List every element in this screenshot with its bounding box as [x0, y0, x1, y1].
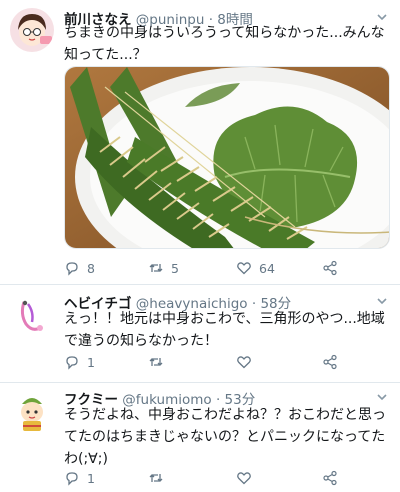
- retweet-icon: [149, 264, 163, 272]
- tweet[interactable]: 前川さなえ @puninpu · 8時間 ちまきの中身はういろうって知らなかった…: [0, 0, 400, 284]
- reply-button[interactable]: 1: [64, 468, 95, 488]
- share-icon: [323, 260, 337, 276]
- retweet-icon: [149, 474, 163, 482]
- heart-icon: [237, 262, 251, 275]
- share-icon: [323, 354, 337, 370]
- heart-icon: [237, 472, 251, 485]
- share-icon: [323, 470, 337, 486]
- tweet-text: そうだよね、中身おこわだよね？？おこわだと思ってたのはちまきじゃないの？とパニッ…: [64, 407, 386, 467]
- tweet-actions: 1: [64, 352, 364, 372]
- like-button[interactable]: 64: [236, 258, 275, 278]
- share-button[interactable]: [322, 352, 338, 372]
- retweet-icon: [149, 358, 163, 366]
- like-button[interactable]: [236, 352, 259, 372]
- tweet-actions: 1: [64, 468, 364, 488]
- retweet-count: 5: [171, 260, 179, 276]
- like-count: 64: [259, 260, 275, 276]
- avatar[interactable]: [10, 8, 54, 52]
- retweet-button[interactable]: [148, 352, 171, 372]
- avatar[interactable]: [10, 390, 54, 434]
- avatar[interactable]: [10, 294, 54, 338]
- reply-icon: [66, 262, 78, 276]
- reply-count: 1: [87, 354, 95, 370]
- retweet-button[interactable]: [148, 468, 171, 488]
- heart-icon: [237, 356, 251, 369]
- chevron-down-icon[interactable]: [376, 391, 388, 403]
- reply-count: 8: [87, 260, 95, 276]
- reply-button[interactable]: 1: [64, 352, 95, 372]
- share-button[interactable]: [322, 468, 338, 488]
- like-button[interactable]: [236, 468, 259, 488]
- chevron-down-icon[interactable]: [376, 295, 388, 307]
- tweet-text: ちまきの中身はういろうって知らなかった...みんな知ってた...？: [64, 25, 385, 63]
- retweet-button[interactable]: 5: [148, 258, 179, 278]
- tweet-actions: 8 5 64: [64, 258, 364, 278]
- tweet-photo[interactable]: [64, 66, 390, 249]
- reply-icon: [66, 356, 78, 370]
- reply-button[interactable]: 8: [64, 258, 95, 278]
- tweet[interactable]: フクミー @fukumiomo · 53分 そうだよね、中身おこわだよね？？おこ…: [0, 382, 400, 492]
- reply-count: 1: [87, 470, 95, 486]
- reply-icon: [66, 472, 78, 486]
- tweet[interactable]: ヘビイチゴ @heavynaichigo · 58分 えっ！！地元は中身おこわで…: [0, 284, 400, 382]
- share-button[interactable]: [322, 258, 338, 278]
- tweet-text: えっ！！地元は中身おこわで、三角形のやつ...地域で違うの知らなかった！: [64, 311, 385, 349]
